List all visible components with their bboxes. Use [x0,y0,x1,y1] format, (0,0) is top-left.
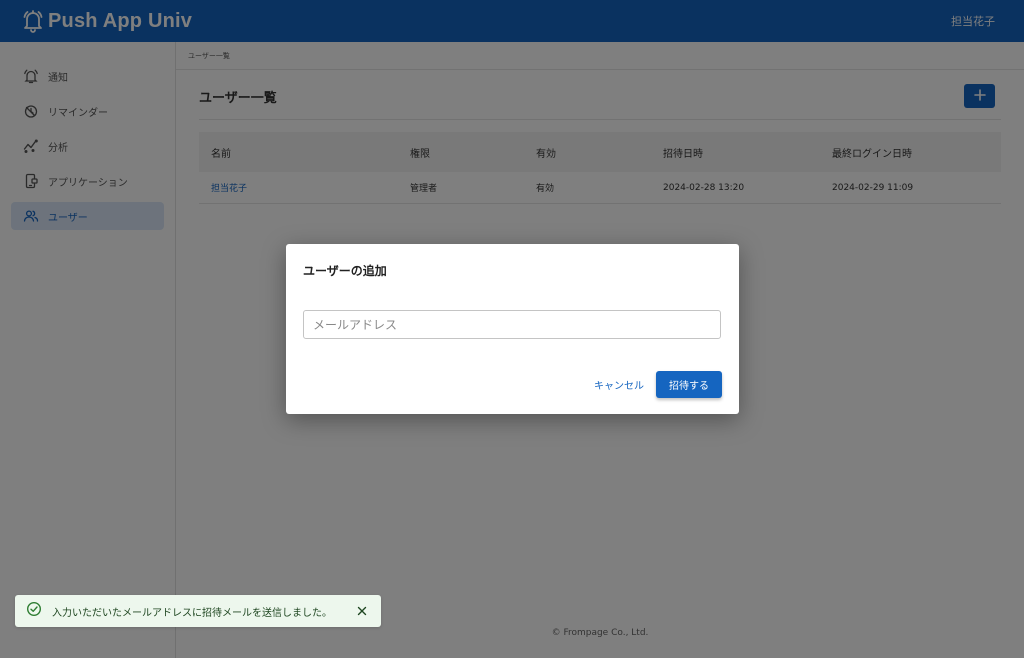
cancel-button[interactable]: キャンセル [594,372,644,396]
invite-button[interactable]: 招待する [656,371,722,398]
close-icon [357,604,367,619]
dialog-title: ユーザーの追加 [303,264,387,278]
check-circle-icon [26,601,42,621]
email-field[interactable] [303,310,721,339]
snackbar-message: 入力いただいたメールアドレスに招待メールを送信しました。 [52,607,332,619]
snackbar-close-button[interactable] [354,603,370,619]
add-user-dialog: ユーザーの追加 キャンセル 招待する [286,244,739,414]
success-snackbar: 入力いただいたメールアドレスに招待メールを送信しました。 [15,595,381,627]
